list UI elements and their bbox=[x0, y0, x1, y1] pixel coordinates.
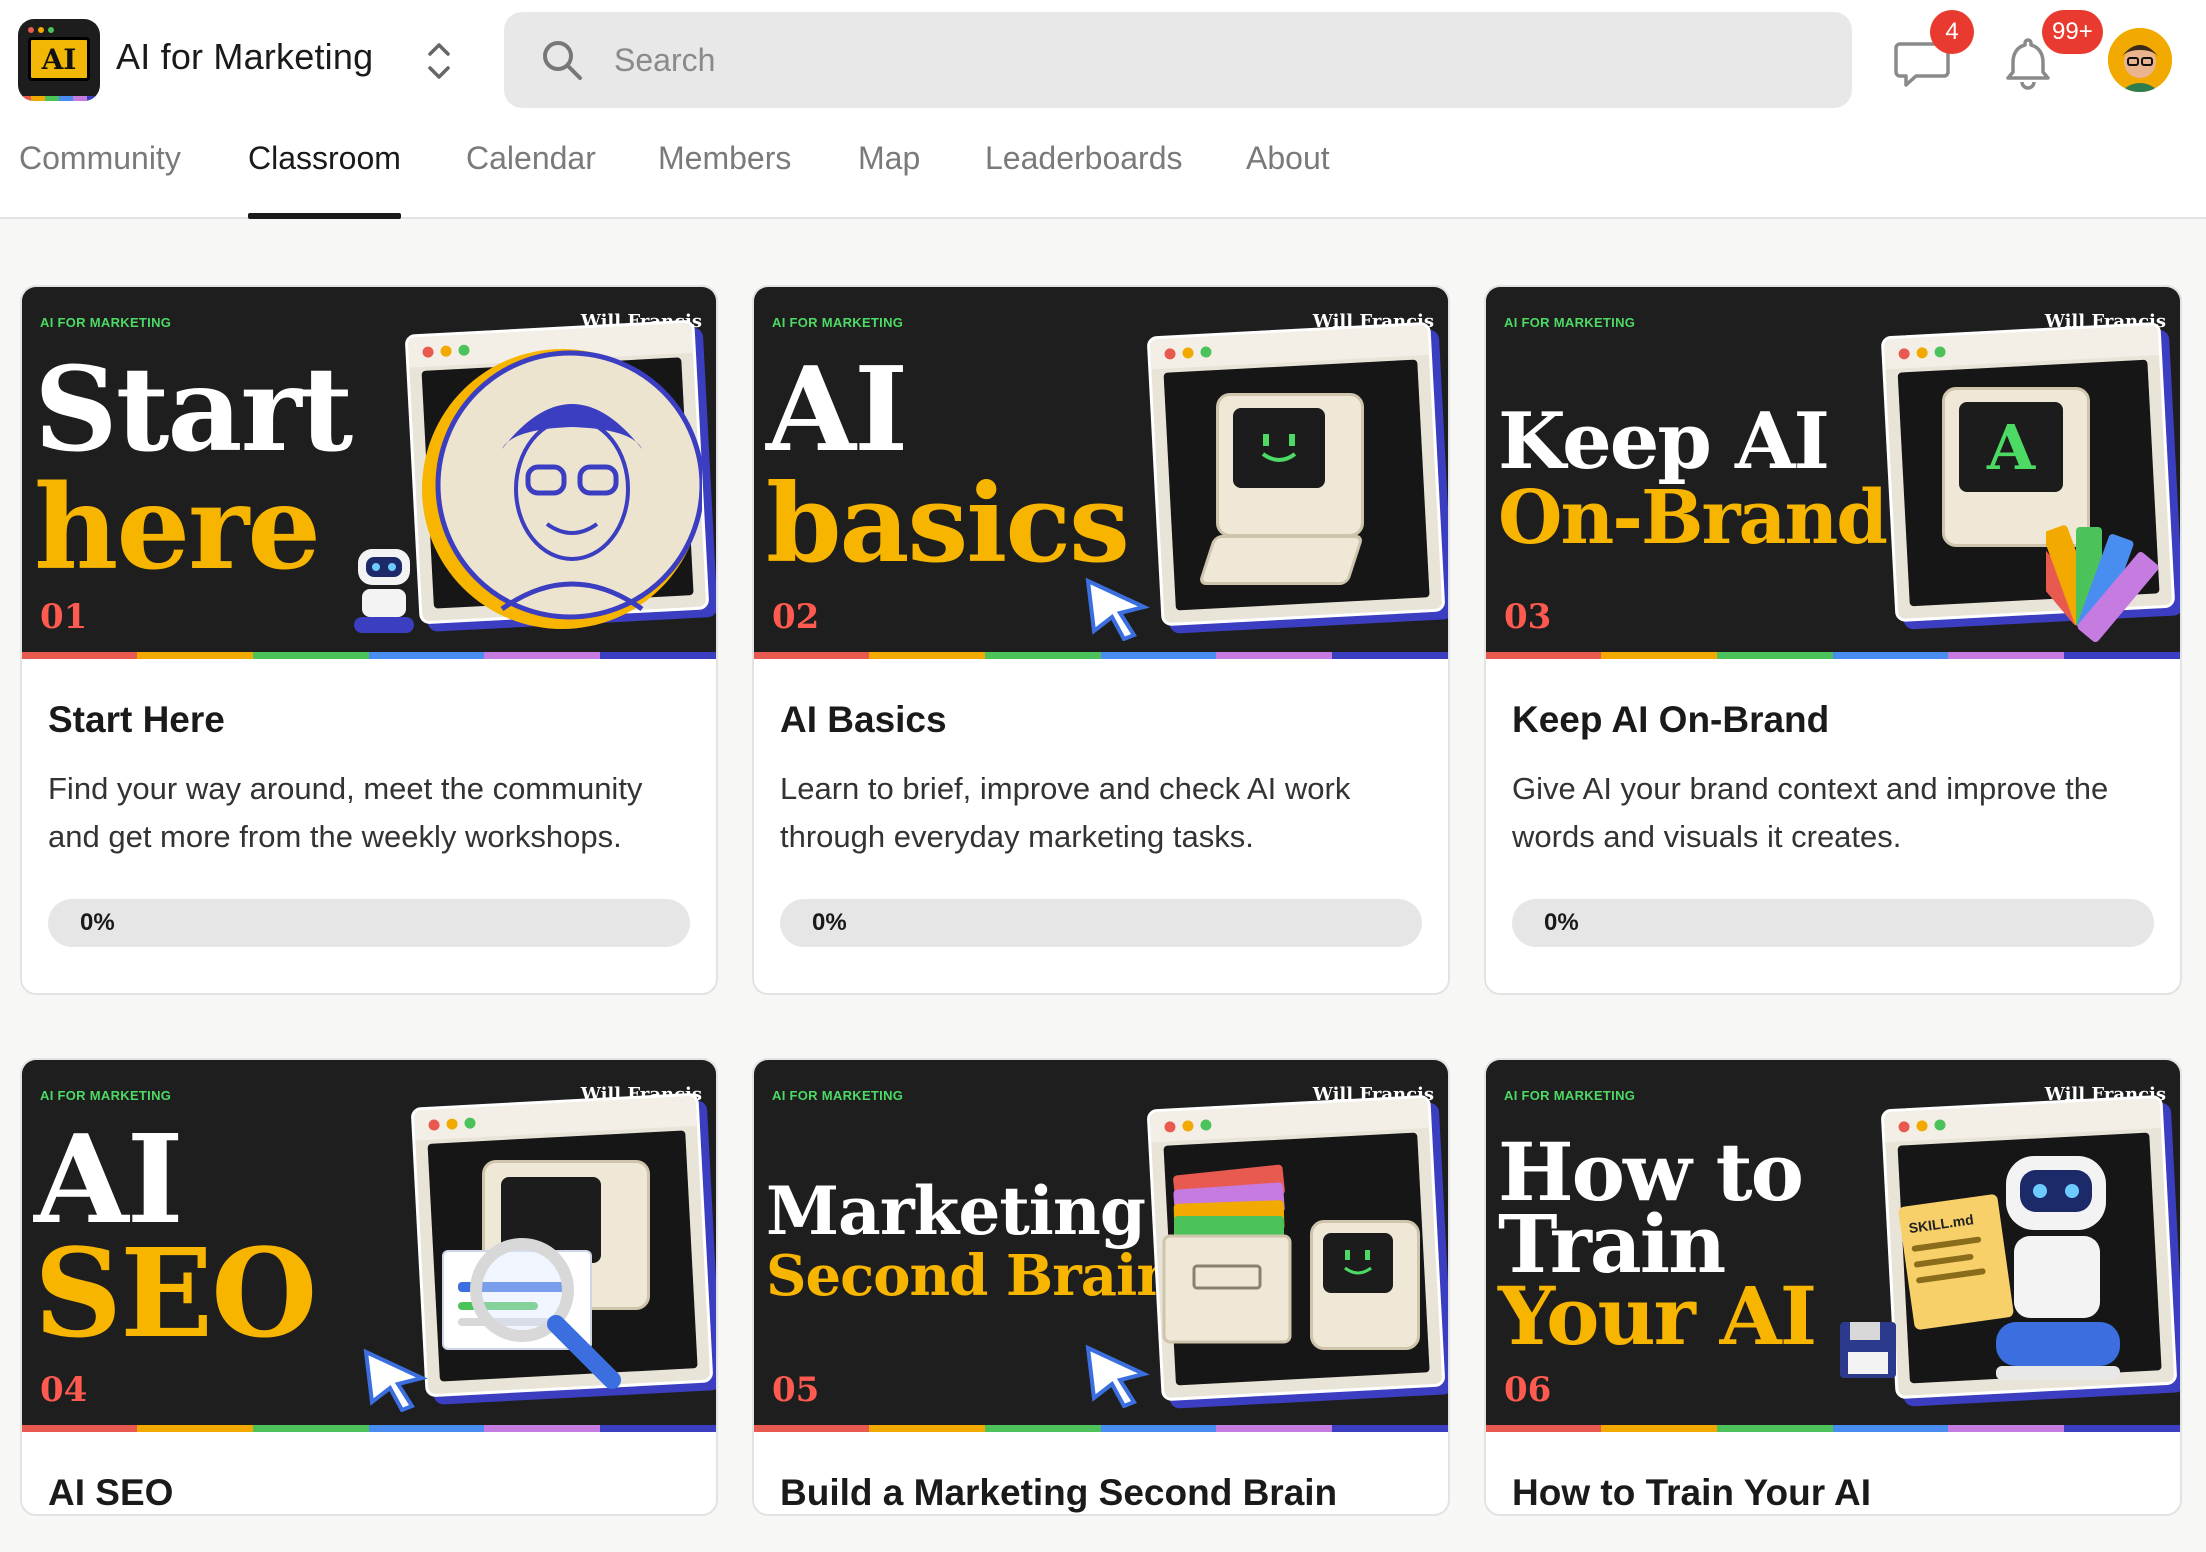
thumbnail-title-line1: Keep AI bbox=[1498, 396, 1830, 487]
course-title: Keep AI On-Brand bbox=[1512, 699, 1830, 740]
thumbnail-title-line2: here bbox=[34, 460, 321, 596]
course-card[interactable]: AI FOR MARKETING Will Francis Keep AI On… bbox=[1484, 285, 2182, 995]
nav-tabs: Community Classroom Calendar Members Map… bbox=[0, 136, 1400, 219]
search-bar[interactable] bbox=[504, 12, 1852, 108]
chevron-updown-icon[interactable] bbox=[424, 38, 454, 84]
file-box-icon bbox=[1162, 1164, 1292, 1344]
progress-label: 0% bbox=[812, 909, 847, 936]
rainbow-stripe bbox=[754, 652, 1448, 659]
robot-icon bbox=[354, 549, 414, 633]
progress-bar: 0% bbox=[48, 899, 690, 947]
course-thumbnail: AI FOR MARKETING Will Francis Start here… bbox=[22, 287, 716, 659]
logo-rainbow-stripe bbox=[18, 96, 100, 101]
tab-community[interactable]: Community bbox=[19, 140, 181, 219]
logo-window-dots bbox=[28, 27, 54, 33]
course-card[interactable]: AI FOR MARKETING Will Francis How to Tra… bbox=[1484, 1058, 2182, 1516]
course-thumbnail: AI FOR MARKETING Will Francis Marketing … bbox=[754, 1060, 1448, 1432]
course-number: 01 bbox=[40, 597, 88, 637]
computer-icon bbox=[1310, 1220, 1420, 1350]
thumbnail-title-line1: Marketing bbox=[766, 1172, 1146, 1250]
course-title: AI Basics bbox=[780, 699, 947, 740]
rainbow-stripe bbox=[22, 1425, 716, 1432]
cursor-icon bbox=[363, 1348, 428, 1412]
course-thumbnail: AI FOR MARKETING Will Francis AI SEO 04 bbox=[22, 1060, 716, 1432]
thumbnail-tag: AI FOR MARKETING bbox=[1504, 315, 1636, 330]
thumbnail-title-line2: SEO bbox=[34, 1221, 317, 1365]
course-description: Give AI your brand context and improve t… bbox=[1512, 771, 2109, 854]
notifications-badge: 99+ bbox=[2042, 10, 2103, 54]
course-number: 02 bbox=[772, 597, 820, 637]
course-title: AI SEO bbox=[48, 1472, 174, 1513]
course-number: 06 bbox=[1504, 1370, 1552, 1410]
chat-badge: 4 bbox=[1930, 10, 1974, 54]
tab-about[interactable]: About bbox=[1246, 140, 1330, 219]
rainbow-stripe bbox=[22, 652, 716, 659]
thumbnail-title-line2: basics bbox=[766, 461, 1130, 587]
course-card[interactable]: AI FOR MARKETING Will Francis Start here… bbox=[20, 285, 718, 995]
computer-icon bbox=[1216, 393, 1364, 537]
course-title: Start Here bbox=[48, 699, 225, 740]
tab-members[interactable]: Members bbox=[658, 140, 791, 219]
cursor-icon bbox=[1085, 1344, 1150, 1408]
top-header: AI AI for Marketing 4 99+ Community bbox=[0, 0, 2206, 219]
thumbnail-title-line1: Start bbox=[34, 342, 353, 478]
course-card[interactable]: AI FOR MARKETING Will Francis AI SEO 04 … bbox=[20, 1058, 718, 1516]
rainbow-stripe bbox=[754, 1425, 1448, 1432]
user-avatar[interactable] bbox=[2108, 28, 2172, 92]
community-logo[interactable]: AI bbox=[18, 19, 100, 101]
thumbnail-title-line1: AI bbox=[766, 342, 908, 478]
course-number: 03 bbox=[1504, 597, 1552, 637]
logo-text: AI bbox=[28, 37, 90, 81]
progress-label: 0% bbox=[1544, 909, 1579, 936]
computer-screen-letter: A bbox=[1959, 402, 2063, 492]
community-name[interactable]: AI for Marketing bbox=[116, 36, 373, 78]
progress-bar: 0% bbox=[1512, 899, 2154, 947]
search-input[interactable] bbox=[614, 34, 1814, 86]
thumbnail-title-line2: Your AI bbox=[1498, 1269, 1817, 1363]
progress-bar: 0% bbox=[780, 899, 1422, 947]
course-number: 05 bbox=[772, 1370, 820, 1410]
course-card[interactable]: AI FOR MARKETING Will Francis AI basics … bbox=[752, 285, 1450, 995]
thumbnail-title-line2: Second Brain bbox=[766, 1243, 1177, 1309]
tab-map[interactable]: Map bbox=[858, 140, 920, 219]
thumbnail-tag: AI FOR MARKETING bbox=[40, 315, 172, 330]
cursor-icon bbox=[1085, 577, 1150, 641]
magnifier-icon bbox=[470, 1238, 621, 1389]
smiley-icon bbox=[1344, 1250, 1372, 1275]
course-thumbnail: AI FOR MARKETING Will Francis Keep AI On… bbox=[1486, 287, 2180, 659]
smiley-icon bbox=[1261, 434, 1297, 462]
avatar-face-icon bbox=[2108, 28, 2172, 92]
keyboard-icon bbox=[1197, 535, 1365, 585]
progress-label: 0% bbox=[80, 909, 115, 936]
portrait-illustration bbox=[422, 349, 702, 629]
thumbnail-tag: AI FOR MARKETING bbox=[1504, 1088, 1636, 1103]
course-title: Build a Marketing Second Brain bbox=[780, 1472, 1338, 1513]
search-icon bbox=[543, 41, 582, 80]
course-description: Find your way around, meet the community… bbox=[48, 771, 643, 854]
floppy-disk-icon bbox=[1840, 1322, 1896, 1378]
color-swatch-icon bbox=[2046, 525, 2159, 643]
thumbnail-title-line2: On-Brand bbox=[1498, 475, 1888, 561]
rainbow-stripe bbox=[1486, 652, 2180, 659]
tab-classroom[interactable]: Classroom bbox=[248, 140, 401, 219]
course-card[interactable]: AI FOR MARKETING Will Francis Marketing … bbox=[752, 1058, 1450, 1516]
tab-calendar[interactable]: Calendar bbox=[466, 140, 596, 219]
course-title: How to Train Your AI bbox=[1512, 1472, 1872, 1513]
thumbnail-tag: AI FOR MARKETING bbox=[40, 1088, 172, 1103]
course-number: 04 bbox=[40, 1370, 88, 1410]
course-description: Learn to brief, improve and check AI wor… bbox=[780, 771, 1351, 854]
course-thumbnail: AI FOR MARKETING Will Francis How to Tra… bbox=[1486, 1060, 2180, 1432]
rainbow-stripe bbox=[1486, 1425, 2180, 1432]
course-thumbnail: AI FOR MARKETING Will Francis AI basics … bbox=[754, 287, 1448, 659]
tab-leaderboards[interactable]: Leaderboards bbox=[985, 140, 1182, 219]
thumbnail-tag: AI FOR MARKETING bbox=[772, 1088, 904, 1103]
thumbnail-tag: AI FOR MARKETING bbox=[772, 315, 904, 330]
robot-icon bbox=[1996, 1156, 2120, 1380]
